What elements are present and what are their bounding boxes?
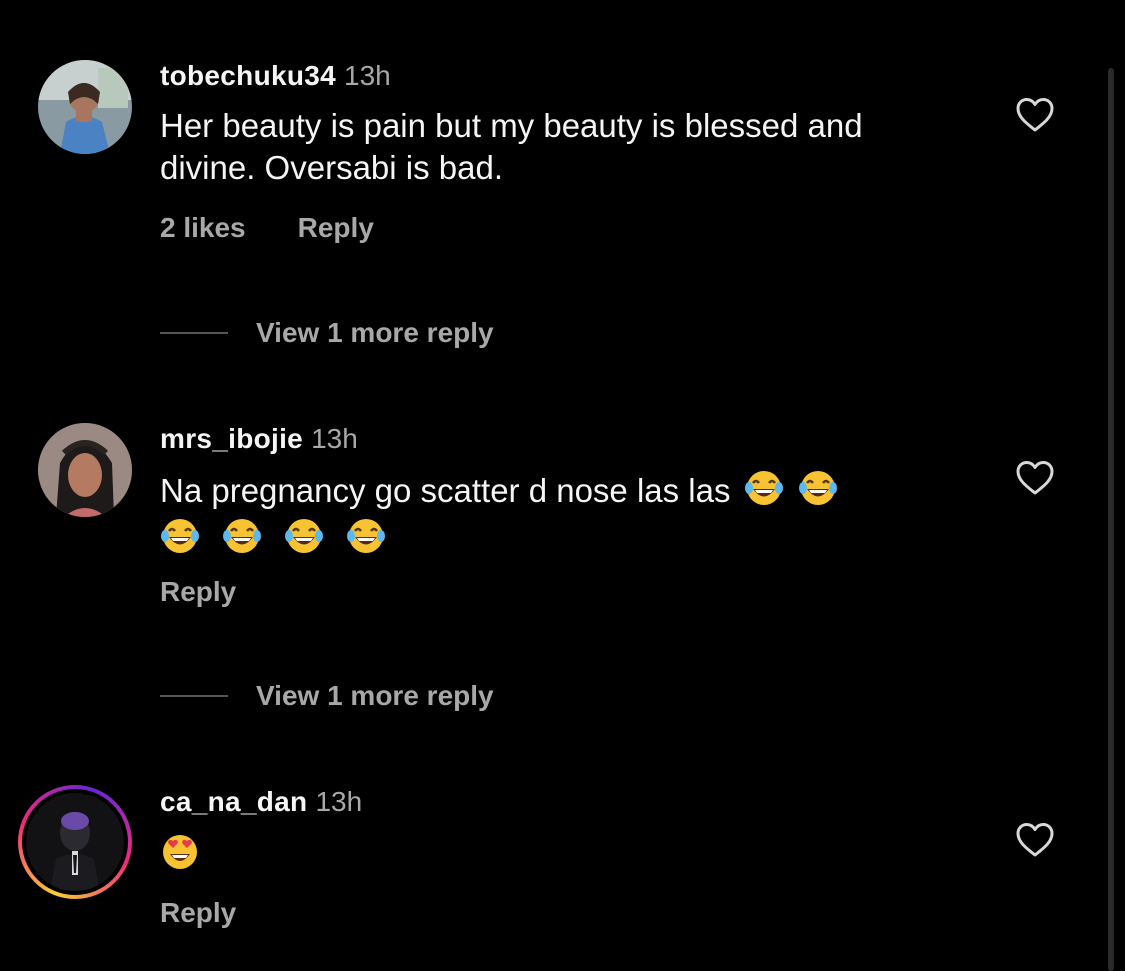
face-with-tears-of-joy-icon — [222, 516, 276, 556]
reply-button[interactable]: Reply — [160, 576, 236, 607]
view-more-replies-label: View 1 more reply — [256, 680, 494, 711]
avatar — [26, 793, 124, 891]
story-ring[interactable] — [18, 785, 132, 899]
comment-meta: ca_na_dan 13h — [160, 785, 362, 819]
reply-button[interactable]: Reply — [298, 212, 374, 243]
username[interactable]: tobechuku34 — [160, 60, 336, 91]
face-with-tears-of-joy-icon — [346, 516, 400, 556]
face-with-tears-of-joy-icon — [160, 516, 214, 556]
comment-text-block — [160, 832, 940, 876]
avatar[interactable] — [38, 60, 132, 154]
username[interactable]: mrs_ibojie — [160, 423, 303, 454]
username[interactable]: ca_na_dan — [160, 786, 307, 817]
timestamp: 13h — [315, 786, 363, 817]
heart-outline-icon — [1016, 461, 1054, 495]
heart-outline-icon — [1016, 823, 1054, 857]
timestamp: 13h — [344, 60, 391, 91]
comment-text-block: Na pregnancy go scatter d nose las las — [160, 468, 940, 560]
timestamp: 13h — [311, 423, 358, 454]
view-more-replies-button[interactable]: View 1 more reply — [160, 316, 494, 350]
heart-icon[interactable] — [1015, 97, 1055, 133]
comment-meta: tobechuku34 13h — [160, 59, 391, 93]
heart-icon[interactable] — [1015, 460, 1055, 496]
face-with-tears-of-joy-icon — [284, 516, 338, 556]
heart-outline-icon — [1016, 98, 1054, 132]
avatar-image — [38, 60, 132, 154]
view-more-replies-button[interactable]: View 1 more reply — [160, 679, 494, 713]
comment-actions: 2 likes Reply — [160, 211, 374, 245]
smiling-face-with-heart-eyes-icon — [160, 832, 206, 872]
reply-button[interactable]: Reply — [160, 897, 236, 928]
avatar-image — [38, 423, 132, 517]
divider-line — [160, 332, 228, 334]
comment-actions: Reply — [160, 575, 236, 609]
comment-text: Her beauty is pain but my beauty is bles… — [160, 107, 863, 186]
avatar-image — [26, 793, 124, 891]
comment-text: Na pregnancy go scatter d nose las las — [160, 472, 731, 509]
divider-line — [160, 695, 228, 697]
face-with-tears-of-joy-icon — [798, 468, 844, 508]
emoji-row — [160, 516, 940, 560]
comment-meta: mrs_ibojie 13h — [160, 422, 358, 456]
heart-icon[interactable] — [1015, 822, 1055, 858]
view-more-replies-label: View 1 more reply — [256, 317, 494, 348]
scrollbar[interactable] — [1108, 68, 1114, 971]
comment-actions: Reply — [160, 896, 236, 930]
face-with-tears-of-joy-icon — [744, 468, 790, 508]
avatar[interactable] — [38, 423, 132, 517]
likes-count[interactable]: 2 likes — [160, 212, 246, 243]
